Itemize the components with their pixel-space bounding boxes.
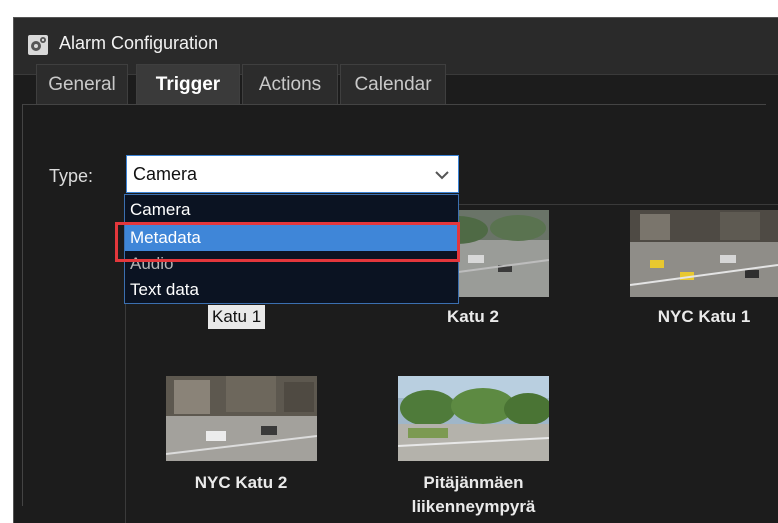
type-select-value: Camera: [133, 164, 198, 184]
tab-general[interactable]: General: [36, 64, 128, 104]
type-label: Type:: [49, 166, 94, 186]
tab-actions[interactable]: Actions: [242, 64, 338, 104]
chevron-down-icon[interactable]: [434, 167, 450, 183]
camera-thumbnail-pitajanmaen[interactable]: [397, 376, 552, 461]
camera-label-katu-2[interactable]: Katu 2: [440, 306, 506, 328]
settings-gear-icon: [28, 35, 48, 55]
tab-trigger[interactable]: Trigger: [136, 64, 240, 104]
window-title: Alarm Configuration: [59, 33, 219, 53]
tab-calendar[interactable]: Calendar: [340, 64, 446, 104]
camera-label-nyc-katu-1[interactable]: NYC Katu 1: [648, 306, 760, 328]
camera-label-katu-1[interactable]: Katu 1: [208, 305, 266, 329]
camera-thumbnail-nyc-katu-2[interactable]: [165, 376, 318, 461]
option-text-data[interactable]: Text data: [125, 277, 458, 303]
camera-label-nyc-katu-2[interactable]: NYC Katu 2: [178, 472, 304, 494]
camera-label-pitajanmaen-line1[interactable]: Pitäjänmäen: [398, 472, 549, 494]
type-select[interactable]: Camera: [126, 155, 459, 193]
camera-thumbnail-nyc-katu-1[interactable]: [629, 210, 778, 297]
camera-label-pitajanmaen-line2[interactable]: liikenneympyrä: [398, 496, 549, 518]
option-camera[interactable]: Camera: [125, 197, 458, 223]
metadata-callout-highlight: [115, 222, 460, 262]
